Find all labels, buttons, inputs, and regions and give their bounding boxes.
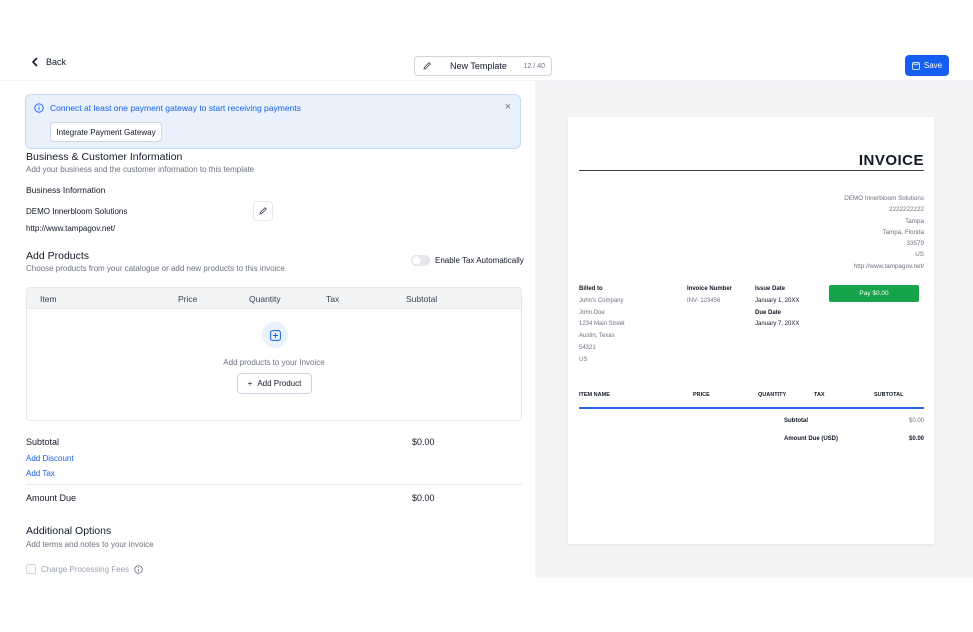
preview-column-price: PRICE — [693, 392, 710, 398]
business-name: DEMO Innerbloom Solutions — [26, 207, 128, 216]
pencil-icon — [423, 62, 431, 70]
due-date-heading: Due Date — [755, 309, 782, 316]
save-button[interactable]: Save — [905, 55, 949, 76]
business-website: http://www.tampagov.net/ — [26, 224, 116, 233]
add-product-button[interactable]: + Add Product — [237, 373, 312, 394]
preview-subtotal-label: Subtotal — [784, 418, 808, 424]
billed-to-line: Austin, Texas — [579, 333, 615, 340]
pencil-icon — [259, 207, 267, 215]
invoice-title-rule — [579, 170, 924, 171]
column-tax: Tax — [326, 294, 340, 304]
billed-to-line: John's Company — [579, 297, 624, 304]
preview-business-line: Tampa — [905, 217, 924, 225]
banner-message: Connect at least one payment gateway to … — [50, 103, 301, 113]
preview-business-block: DEMO Innerbloom Solutions 2222222222 Tam… — [844, 193, 924, 272]
close-icon[interactable]: × — [505, 101, 511, 113]
amount-due-label: Amount Due — [26, 493, 77, 503]
add-product-label: Add Product — [257, 379, 302, 388]
empty-products-text: Add products to your Invoice — [223, 358, 325, 367]
products-table: Item Price Quantity Tax Subtotal Add pro… — [26, 287, 522, 421]
products-section-subtitle: Choose products from your catalogue or a… — [26, 264, 285, 273]
integrate-gateway-button[interactable]: Integrate Payment Gateway — [50, 122, 162, 142]
preview-column-subtotal: SUBTOTAL — [874, 392, 904, 398]
preview-business-line: 33579 — [906, 240, 924, 248]
business-info-heading: Business Information — [26, 185, 106, 195]
billed-to-line: 54321 — [579, 344, 596, 351]
add-box-icon — [262, 322, 288, 348]
additional-options-subtitle: Add terms and notes to your invoice — [26, 540, 154, 549]
back-button[interactable]: Back — [30, 57, 66, 67]
subtotal-label: Subtotal — [26, 437, 60, 447]
amount-due-value: $0.00 — [412, 493, 435, 503]
preview-column-quantity: QUANTITY — [758, 392, 787, 398]
column-price: Price — [178, 294, 198, 304]
add-discount-link[interactable]: Add Discount — [26, 454, 74, 463]
column-quantity: Quantity — [249, 294, 281, 304]
back-label: Back — [46, 57, 67, 67]
preview-business-line: DEMO Innerbloom Solutions — [844, 195, 924, 202]
preview-business-line: 2222222222 — [888, 206, 924, 214]
due-date: January 7, 20XX — [755, 321, 800, 328]
info-icon — [34, 103, 44, 113]
business-section-subtitle: Add your business and the customer infor… — [26, 165, 255, 174]
billed-to-line: US — [579, 356, 588, 363]
edit-business-button[interactable] — [253, 201, 273, 221]
processing-fees-checkbox[interactable] — [26, 564, 36, 574]
preview-business-line: US — [915, 251, 924, 259]
invoice-preview: INVOICE DEMO Innerbloom Solutions 222222… — [568, 117, 934, 544]
chevron-left-icon — [32, 57, 38, 67]
preview-amount-due-label: Amount Due (USD) — [784, 436, 838, 442]
tax-toggle-row[interactable]: Enable Tax Automatically — [411, 255, 524, 266]
column-subtotal: Subtotal — [406, 294, 438, 304]
invoice-title: INVOICE — [858, 152, 924, 169]
issue-date: January 1, 20XX — [755, 297, 800, 304]
additional-options-title: Additional Options — [26, 525, 112, 537]
billed-to-heading: Billed to — [579, 286, 603, 292]
info-icon[interactable] — [134, 564, 143, 574]
save-icon — [912, 61, 920, 70]
dates-block: Issue Date January 1, 20XX Due Date Janu… — [755, 284, 799, 331]
top-bar: Back New Template 12 / 40 Save — [0, 50, 973, 80]
summary-divider — [26, 484, 522, 485]
invoice-number: INV- 123456 — [687, 297, 721, 304]
payment-gateway-banner: Connect at least one payment gateway to … — [25, 94, 521, 149]
editor-panel: Connect at least one payment gateway to … — [0, 81, 535, 578]
preview-amount-due-value: $0.00 — [908, 436, 924, 442]
preview-subtotal-value: $0.00 — [908, 418, 924, 424]
billed-to-line: John Doe — [579, 309, 605, 316]
billed-to-block: Billed to John's Company John Doe 1234 M… — [579, 284, 625, 367]
char-count: 12 / 40 — [523, 62, 545, 70]
business-section-title: Business & Customer Information — [26, 151, 183, 163]
invoice-number-block: Invoice Number INV- 123456 — [687, 284, 732, 308]
tax-toggle-label: Enable Tax Automatically — [435, 256, 524, 265]
preview-business-line: http://www.tampagov.net/ — [853, 262, 924, 270]
preview-column-item: ITEM NAME — [579, 392, 610, 398]
products-section-title: Add Products — [26, 250, 90, 262]
processing-fees-label: Charge Processing Fees — [41, 564, 130, 574]
issue-date-heading: Issue Date — [755, 286, 786, 292]
subtotal-value: $0.00 — [412, 437, 435, 447]
add-tax-link[interactable]: Add Tax — [26, 469, 55, 478]
save-label: Save — [923, 61, 943, 70]
template-name: New Template — [450, 61, 507, 71]
preview-business-line: Tampa, Florida — [882, 228, 924, 236]
processing-fees-row: Charge Processing Fees — [26, 564, 143, 574]
tax-toggle[interactable] — [411, 255, 430, 266]
template-name-field[interactable]: New Template 12 / 40 — [414, 56, 552, 76]
billed-to-line: 1234 Main Street — [579, 321, 625, 328]
invoice-number-heading: Invoice Number — [687, 286, 733, 292]
preview-table-rule — [579, 407, 924, 409]
preview-panel: INVOICE DEMO Innerbloom Solutions 222222… — [535, 81, 973, 578]
column-item: Item — [40, 294, 57, 304]
plus-icon: + — [247, 379, 253, 388]
products-table-header: Item Price Quantity Tax Subtotal — [27, 288, 521, 309]
pay-button: Pay $0.00 — [829, 285, 919, 302]
preview-column-tax: TAX — [814, 392, 825, 398]
